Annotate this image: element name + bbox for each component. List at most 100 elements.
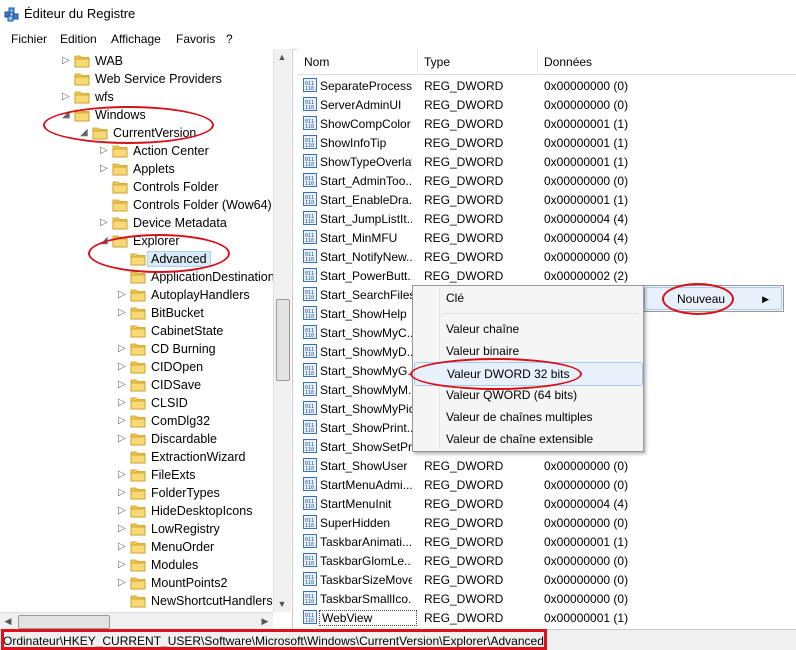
tree-node[interactable]: Controls Folder (Wow64) xyxy=(0,196,292,214)
tree-node[interactable]: Web Service Providers xyxy=(0,70,292,88)
tree-expand-icon[interactable]: ▷ xyxy=(118,398,126,408)
table-row[interactable]: 011 110 Start_MinMFU REG_DWORD 0x00000004 (4… xyxy=(297,228,796,247)
scroll-left-arrow-icon[interactable]: ◀ xyxy=(0,613,16,629)
tree-expand-icon[interactable]: ▷ xyxy=(118,380,126,390)
tree-node[interactable]: Controls Folder xyxy=(0,178,292,196)
tree-node[interactable]: NewShortcutHandlers xyxy=(0,592,292,610)
scroll-down-arrow-icon[interactable]: ▼ xyxy=(274,596,290,612)
column-header-type[interactable]: Type xyxy=(424,55,450,69)
menu-favoris[interactable]: Favoris xyxy=(176,32,215,46)
submenu-item[interactable]: Clé xyxy=(414,287,641,309)
table-row[interactable]: 011 110 Start_ShowUser REG_DWORD 0x00000000 … xyxy=(297,456,796,475)
tree-expand-icon[interactable]: ▷ xyxy=(100,218,108,228)
menu-help[interactable]: ? xyxy=(226,32,233,46)
tree-node[interactable]: ▷ CIDOpen xyxy=(0,358,292,376)
tree-expand-icon[interactable]: ▷ xyxy=(118,542,126,552)
table-row[interactable]: 011 110 Start_PowerButt... REG_DWORD 0x00000… xyxy=(297,266,796,285)
column-divider[interactable] xyxy=(417,49,418,73)
tree-node[interactable]: ▷ MountPoints2 xyxy=(0,574,292,592)
tree-node[interactable]: ExtractionWizard xyxy=(0,448,292,466)
table-row[interactable]: 011 110 ShowInfoTip REG_DWORD 0x00000001 (1) xyxy=(297,133,796,152)
tree-vertical-scrollbar[interactable]: ▲ ▼ xyxy=(273,49,291,612)
tree-node[interactable]: ▷ CIDSave xyxy=(0,376,292,394)
tree-node[interactable]: ▷ Discardable xyxy=(0,430,292,448)
tree-collapse-icon[interactable]: ◢ xyxy=(100,236,108,246)
tree-node[interactable]: ▷ Device Metadata xyxy=(0,214,292,232)
tree-node[interactable]: ▷ Modules xyxy=(0,556,292,574)
menu-affichage[interactable]: Affichage xyxy=(111,32,161,46)
menu-item-nouveau[interactable]: Nouveau ▶ xyxy=(644,287,782,310)
column-header-donnees[interactable]: Données xyxy=(544,55,592,69)
tree-expand-icon[interactable]: ▷ xyxy=(100,164,108,174)
tree-expand-icon[interactable]: ▷ xyxy=(118,470,126,480)
tree-expand-icon[interactable]: ▷ xyxy=(118,290,126,300)
scroll-right-arrow-icon[interactable]: ▶ xyxy=(257,613,273,629)
table-row[interactable]: 011 110 TaskbarGlomLe... REG_DWORD 0x0000000… xyxy=(297,551,796,570)
tree-node[interactable]: ◢ CurrentVersion xyxy=(0,124,292,142)
table-row[interactable]: 011 110 TaskbarAnimati... REG_DWORD 0x000000… xyxy=(297,532,796,551)
column-divider[interactable] xyxy=(537,49,538,73)
submenu-item[interactable]: Valeur de chaînes multiples xyxy=(414,406,641,428)
tree-node[interactable]: ▷ MenuOrder xyxy=(0,538,292,556)
table-row[interactable]: 011 110 SuperHidden REG_DWORD 0x00000000 (0) xyxy=(297,513,796,532)
submenu-item[interactable]: Valeur DWORD 32 bits xyxy=(414,362,643,386)
tree-node[interactable]: ApplicationDestination xyxy=(0,268,292,286)
tree-expand-icon[interactable]: ▷ xyxy=(118,488,126,498)
tree-node[interactable]: CabinetState xyxy=(0,322,292,340)
tree-expand-icon[interactable]: ▷ xyxy=(118,524,126,534)
submenu-item[interactable]: Valeur de chaîne extensible xyxy=(414,428,641,450)
table-row[interactable]: 011 110 Start_EnableDra... REG_DWORD 0x00000… xyxy=(297,190,796,209)
tree-expand-icon[interactable]: ▷ xyxy=(118,578,126,588)
table-row[interactable]: 011 110 TaskbarSizeMove REG_DWORD 0x00000000… xyxy=(297,570,796,589)
tree-expand-icon[interactable]: ▷ xyxy=(62,56,70,66)
tree-horizontal-scroll-thumb[interactable] xyxy=(18,615,110,629)
tree-node[interactable]: ▷ LowRegistry xyxy=(0,520,292,538)
table-row[interactable]: 011 110 SeparateProcess REG_DWORD 0x00000000… xyxy=(297,76,796,95)
tree-expand-icon[interactable]: ▷ xyxy=(100,146,108,156)
tree-node[interactable]: ▷ FileExts xyxy=(0,466,292,484)
tree-node[interactable]: ▷ Applets xyxy=(0,160,292,178)
tree-node[interactable]: ▷ WAB xyxy=(0,52,292,70)
tree-collapse-icon[interactable]: ◢ xyxy=(62,110,70,120)
tree-horizontal-scrollbar[interactable]: ◀ ▶ xyxy=(0,612,273,629)
tree-expand-icon[interactable]: ▷ xyxy=(118,416,126,426)
table-row[interactable]: 011 110 StartMenuAdmi... REG_DWORD 0x0000000… xyxy=(297,475,796,494)
table-row[interactable]: 011 110 StartMenuInit REG_DWORD 0x00000004 (… xyxy=(297,494,796,513)
submenu-item[interactable]: Valeur chaîne xyxy=(414,318,641,340)
table-row[interactable]: 011 110 TaskbarSmallIco... REG_DWORD 0x00000… xyxy=(297,589,796,608)
scroll-up-arrow-icon[interactable]: ▲ xyxy=(274,49,290,65)
tree-expand-icon[interactable]: ▷ xyxy=(118,506,126,516)
tree-node[interactable]: ▷ CLSID xyxy=(0,394,292,412)
table-row[interactable]: 011 110 Start_JumpListIt... REG_DWORD 0x0000… xyxy=(297,209,796,228)
table-row[interactable]: 011 110 ShowCompColor REG_DWORD 0x00000001 (… xyxy=(297,114,796,133)
tree-node[interactable]: ▷ CD Burning xyxy=(0,340,292,358)
tree-node[interactable]: Advanced xyxy=(0,250,292,268)
tree-collapse-icon[interactable]: ◢ xyxy=(80,128,88,138)
tree-expand-icon[interactable]: ▷ xyxy=(118,344,126,354)
tree-node[interactable]: ▷ FolderTypes xyxy=(0,484,292,502)
tree-expand-icon[interactable]: ▷ xyxy=(118,308,126,318)
tree-node[interactable]: ◢ Explorer xyxy=(0,232,292,250)
tree-vertical-scroll-thumb[interactable] xyxy=(276,299,290,381)
column-header-nom[interactable]: Nom xyxy=(304,55,329,69)
tree-expand-icon[interactable]: ▷ xyxy=(62,92,70,102)
tree-node[interactable]: ◢ Windows xyxy=(0,106,292,124)
tree-node[interactable]: ▷ ComDlg32 xyxy=(0,412,292,430)
tree-node[interactable]: ▷ Action Center xyxy=(0,142,292,160)
menu-fichier[interactable]: Fichier xyxy=(11,32,47,46)
submenu-item[interactable]: Valeur binaire xyxy=(414,340,641,362)
menu-edition[interactable]: Edition xyxy=(60,32,97,46)
tree-node[interactable]: ▷ HideDesktopIcons xyxy=(0,502,292,520)
table-row[interactable]: 011 110 ShowTypeOverlay REG_DWORD 0x00000001… xyxy=(297,152,796,171)
submenu-item[interactable]: Valeur QWORD (64 bits) xyxy=(414,384,641,406)
table-row[interactable]: 011 110 Start_AdminToo... REG_DWORD 0x000000… xyxy=(297,171,796,190)
table-row[interactable]: 011 110 WebView REG_DWORD 0x00000001 (1) xyxy=(297,608,796,627)
tree-node[interactable]: ▷ wfs xyxy=(0,88,292,106)
table-row[interactable]: 011 110 Start_NotifyNew... REG_DWORD 0x00000… xyxy=(297,247,796,266)
tree-node[interactable]: ▷ AutoplayHandlers xyxy=(0,286,292,304)
table-row[interactable]: 011 110 ServerAdminUI REG_DWORD 0x00000000 (… xyxy=(297,95,796,114)
tree-expand-icon[interactable]: ▷ xyxy=(118,434,126,444)
tree-node[interactable]: ▷ BitBucket xyxy=(0,304,292,322)
tree-expand-icon[interactable]: ▷ xyxy=(118,362,126,372)
tree-expand-icon[interactable]: ▷ xyxy=(118,560,126,570)
